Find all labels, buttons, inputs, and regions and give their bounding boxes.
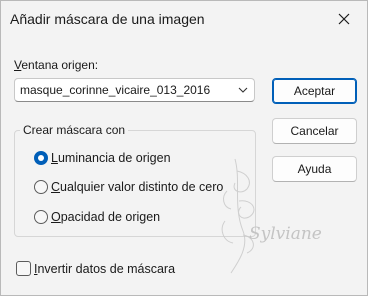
radio-luminance[interactable]: Luminancia de origen <box>34 149 171 167</box>
cancel-button[interactable]: Cancelar <box>272 118 357 144</box>
radio-luminance-label: Luminancia de origen <box>51 151 171 165</box>
invert-mask-label: Invertir datos de máscara <box>34 261 176 276</box>
radio-button-selected[interactable] <box>34 151 48 165</box>
radio-nonzero[interactable]: Cualquier valor distinto de cero <box>34 178 223 196</box>
radio-button[interactable] <box>34 180 48 194</box>
accept-button[interactable]: Aceptar <box>272 78 357 104</box>
source-window-value: masque_corinne_vicaire_013_2016 <box>20 83 211 97</box>
dialog-title: Añadir máscara de una imagen <box>10 11 205 27</box>
source-window-select[interactable]: masque_corinne_vicaire_013_2016 <box>14 78 255 102</box>
radio-button[interactable] <box>34 210 48 224</box>
invert-mask-checkbox[interactable] <box>16 261 31 276</box>
mask-options-legend: Crear máscara con <box>20 123 129 137</box>
close-button[interactable] <box>321 1 367 37</box>
help-button[interactable]: Ayuda <box>272 156 357 182</box>
chevron-down-icon <box>232 87 254 93</box>
watermark-text: Sylviane <box>249 224 322 244</box>
invert-mask-checkbox-row[interactable]: Invertir datos de máscara <box>16 261 175 276</box>
radio-opacity-label: Opacidad de origen <box>51 210 161 224</box>
close-icon <box>338 13 350 25</box>
mask-dialog: Añadir máscara de una imagen Ventana ori… <box>0 0 368 296</box>
radio-opacity[interactable]: Opacidad de origen <box>34 208 160 226</box>
radio-nonzero-label: Cualquier valor distinto de cero <box>51 180 224 194</box>
title-bar: Añadir máscara de una imagen <box>1 1 367 37</box>
source-window-label: Ventana origen: <box>14 58 99 72</box>
